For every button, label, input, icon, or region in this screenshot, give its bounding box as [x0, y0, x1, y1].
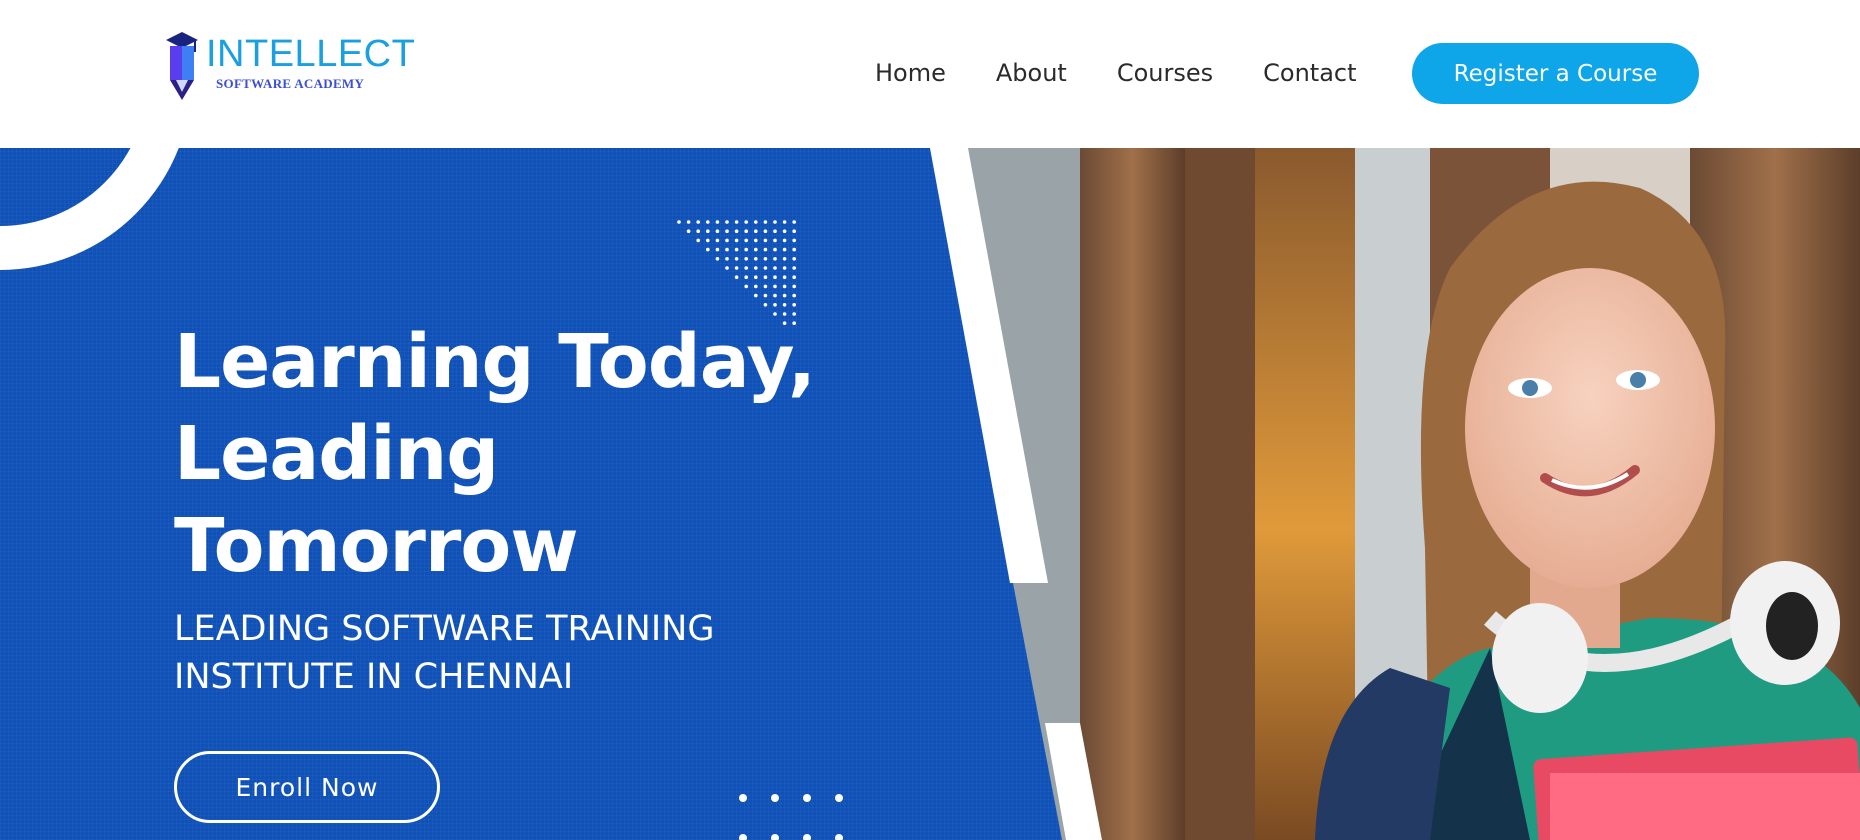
- hero-title: Learning Today, Leading Tomorrow: [174, 319, 816, 589]
- nav-courses[interactable]: Courses: [1117, 59, 1213, 87]
- decorative-dot-grid: [739, 794, 843, 840]
- register-course-button[interactable]: Register a Course: [1412, 43, 1699, 104]
- logo-tagline: SOFTWARE ACADEMY: [216, 76, 365, 91]
- nav-contact[interactable]: Contact: [1263, 59, 1356, 87]
- nav-home[interactable]: Home: [875, 59, 946, 87]
- graduation-pencil-icon: [166, 32, 198, 100]
- site-header: INTELLECT SOFTWARE ACADEMY Home About Co…: [0, 0, 1860, 148]
- main-nav: Home About Courses Contact: [875, 43, 1407, 103]
- hero-section: Learning Today, Leading Tomorrow LEADING…: [0, 148, 1860, 840]
- nav-about[interactable]: About: [996, 59, 1067, 87]
- decorative-arc: [0, 148, 179, 270]
- logo-name: INTELLECT: [206, 33, 416, 75]
- enroll-now-button[interactable]: Enroll Now: [174, 751, 440, 823]
- logo[interactable]: INTELLECT SOFTWARE ACADEMY: [162, 28, 415, 102]
- hero-subtitle: LEADING SOFTWARE TRAINING INSTITUTE IN C…: [174, 609, 715, 697]
